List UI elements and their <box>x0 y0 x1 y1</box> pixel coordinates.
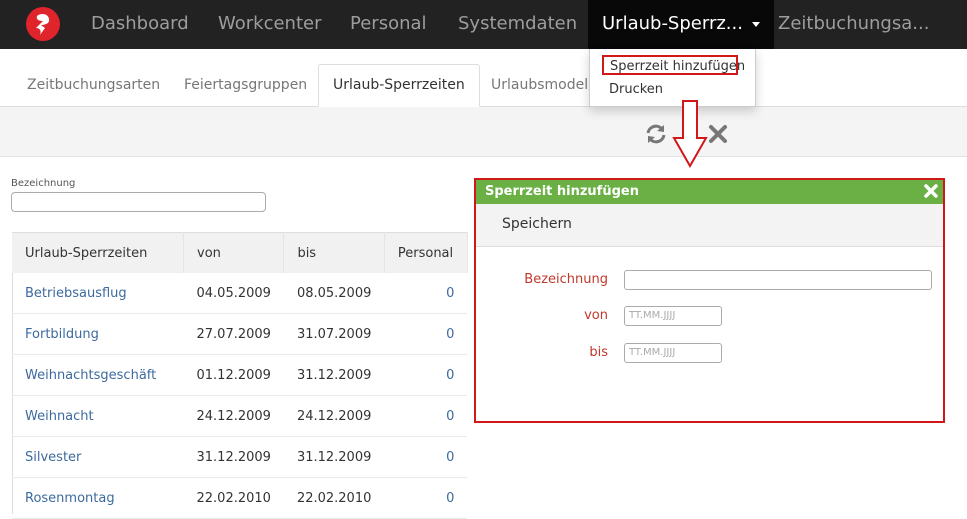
cell-name[interactable]: Silvester <box>12 436 184 478</box>
table-row[interactable]: Betriebsausflug 04.05.2009 08.05.2009 0 <box>12 273 468 314</box>
delete-icon[interactable] <box>706 122 730 146</box>
brand-logo[interactable] <box>26 7 60 41</box>
dialog-title-bar: Sperrzeit hinzufügen <box>476 180 943 204</box>
tab-feiertagsgruppen[interactable]: Feiertagsgruppen <box>184 66 307 104</box>
cell-name[interactable]: Betriebsausflug <box>12 273 184 314</box>
cell-personal[interactable]: 0 <box>384 436 468 478</box>
bezeichnung-label: Bezeichnung <box>524 272 608 287</box>
cell-bis: 24.12.2009 <box>283 395 385 437</box>
cell-personal[interactable]: 0 <box>384 477 468 519</box>
cell-name[interactable]: Weihnachtsgeschäft <box>12 354 184 396</box>
caret-down-icon <box>751 21 760 27</box>
annotation-arrow-icon <box>672 100 708 174</box>
tab-bar: Zeitbuchungsarten Feiertagsgruppen Urlau… <box>0 49 967 107</box>
cell-von: 31.12.2009 <box>183 436 284 478</box>
cell-bis: 31.12.2009 <box>283 436 385 478</box>
von-date-field[interactable]: TT.MM.JJJJ <box>624 306 722 326</box>
table-row[interactable]: Rosenmontag 22.02.2010 22.02.2010 0 <box>12 477 468 519</box>
cell-name[interactable]: Fortbildung <box>12 313 184 355</box>
bezeichnung-field[interactable] <box>624 270 932 290</box>
cell-von: 22.02.2010 <box>183 477 284 519</box>
bis-label: bis <box>589 345 608 360</box>
nav-dropdown-menu: Sperrzeit hinzufügen Drucken <box>589 49 756 107</box>
nav-zeitbuchungsarten[interactable]: Zeitbuchungsa... <box>778 0 929 49</box>
nav-workcenter[interactable]: Workcenter <box>218 0 322 49</box>
nav-personal[interactable]: Personal <box>350 0 427 49</box>
tab-zeitbuchungsarten[interactable]: Zeitbuchungsarten <box>27 66 160 104</box>
column-header-von[interactable]: von <box>183 232 285 273</box>
filter-label: Bezeichnung <box>11 178 76 189</box>
cell-personal[interactable]: 0 <box>384 395 468 437</box>
menu-item-sperrzeit-hinzufuegen[interactable]: Sperrzeit hinzufügen <box>602 55 745 75</box>
nav-urlaub-sperrzeiten[interactable]: Urlaub-Sperrz... <box>588 0 774 49</box>
cell-bis: 31.07.2009 <box>283 313 385 355</box>
cell-bis: 31.12.2009 <box>283 354 385 396</box>
add-sperrzeit-dialog: Sperrzeit hinzufügen Speichern Bezeichnu… <box>474 178 945 423</box>
von-label: von <box>584 308 608 323</box>
tab-urlaub-sperrzeiten[interactable]: Urlaub-Sperrzeiten <box>318 64 480 107</box>
filter-bezeichnung-input[interactable] <box>11 192 266 212</box>
cell-bis: 08.05.2009 <box>283 273 385 314</box>
bis-date-field[interactable]: TT.MM.JJJJ <box>624 343 722 363</box>
table-row[interactable]: Weihnacht 24.12.2009 24.12.2009 0 <box>12 395 468 437</box>
nav-urlaub-sperrzeiten-label: Urlaub-Sperrz... <box>602 13 743 34</box>
column-header-personal[interactable]: Personal <box>384 232 468 273</box>
toolbar <box>0 107 967 157</box>
dialog-title: Sperrzeit hinzufügen <box>485 184 639 199</box>
cell-von: 27.07.2009 <box>183 313 284 355</box>
column-header-name[interactable]: Urlaub-Sperrzeiten <box>12 232 184 273</box>
dialog-toolbar: Speichern <box>476 204 943 247</box>
sperrzeiten-table: Urlaub-Sperrzeiten von bis Personal Betr… <box>12 232 468 519</box>
cell-von: 24.12.2009 <box>183 395 284 437</box>
table-row[interactable]: Silvester 31.12.2009 31.12.2009 0 <box>12 436 468 478</box>
cell-bis: 22.02.2010 <box>283 477 385 519</box>
cell-personal[interactable]: 0 <box>384 354 468 396</box>
menu-item-drucken[interactable]: Drucken <box>609 82 663 97</box>
table-header-row: Urlaub-Sperrzeiten von bis Personal <box>12 232 468 273</box>
table-row[interactable]: Fortbildung 27.07.2009 31.07.2009 0 <box>12 313 468 355</box>
refresh-icon[interactable] <box>644 122 668 146</box>
nav-systemdaten[interactable]: Systemdaten <box>458 0 577 49</box>
cell-personal[interactable]: 0 <box>384 273 468 314</box>
tab-urlaubsmodell[interactable]: Urlaubsmodell <box>491 66 592 104</box>
column-header-bis[interactable]: bis <box>283 232 385 273</box>
table-row[interactable]: Weihnachtsgeschäft 01.12.2009 31.12.2009… <box>12 354 468 396</box>
cell-von: 04.05.2009 <box>183 273 284 314</box>
cell-name[interactable]: Weihnacht <box>12 395 184 437</box>
cell-name[interactable]: Rosenmontag <box>12 477 184 519</box>
nav-dashboard[interactable]: Dashboard <box>91 0 189 49</box>
top-navbar: Dashboard Workcenter Personal Systemdate… <box>0 0 967 49</box>
cell-von: 01.12.2009 <box>183 354 284 396</box>
cell-personal[interactable]: 0 <box>384 313 468 355</box>
close-icon[interactable] <box>923 183 939 199</box>
save-button[interactable]: Speichern <box>502 216 572 232</box>
